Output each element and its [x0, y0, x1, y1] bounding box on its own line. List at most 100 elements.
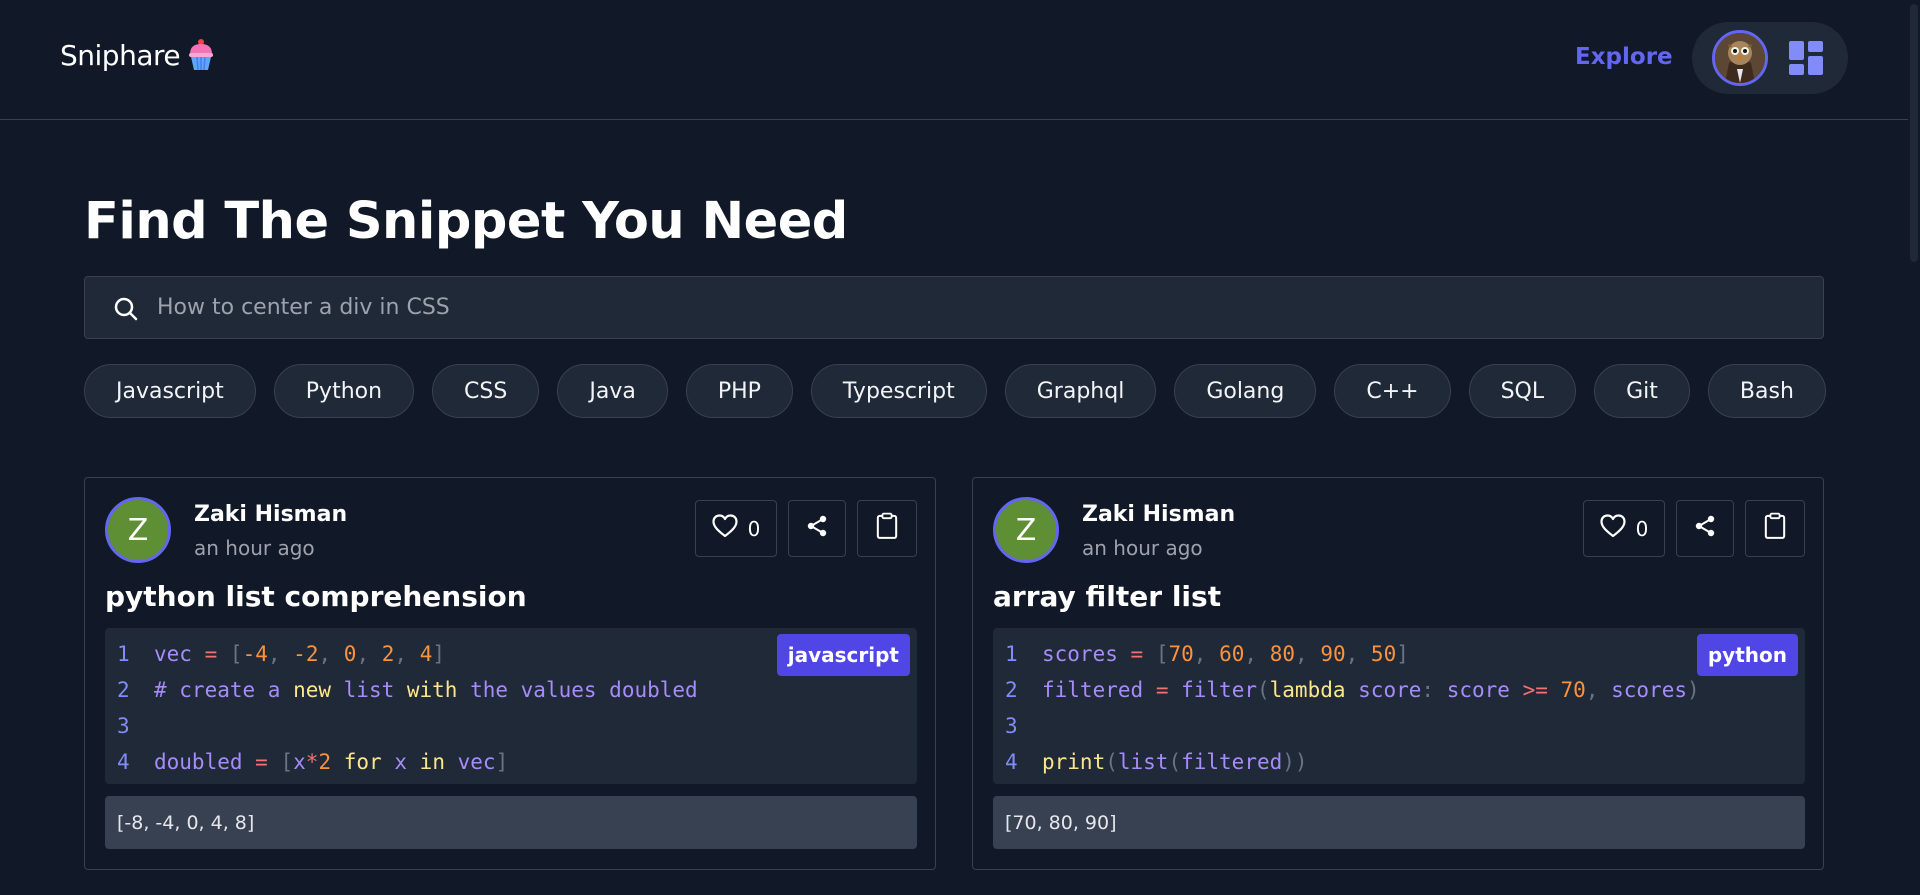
snippet-title[interactable]: array filter list — [993, 580, 1221, 613]
code-token: 90 — [1320, 642, 1346, 666]
author-name[interactable]: Zaki Hisman — [194, 502, 347, 527]
chip-git[interactable]: Git — [1594, 364, 1690, 418]
search-icon — [113, 296, 139, 322]
chip-css[interactable]: CSS — [432, 364, 540, 418]
chip-javascript[interactable]: Javascript — [84, 364, 256, 418]
code-token: vec — [457, 750, 496, 774]
code-token: filtered — [1042, 678, 1144, 702]
clipboard-icon — [876, 512, 898, 545]
code-token: list — [331, 678, 407, 702]
code-token: , — [267, 642, 281, 666]
code-line: 4 print(list(filtered)) — [1005, 744, 1700, 780]
code-token: 50 — [1370, 642, 1397, 666]
code-token: # create a — [154, 678, 294, 702]
code-token: = — [255, 750, 268, 774]
code-token: ] — [1396, 642, 1409, 666]
search-input[interactable] — [157, 277, 1797, 338]
line-number: 1 — [117, 642, 130, 666]
code-token: , — [1244, 642, 1258, 666]
chip-graphql[interactable]: Graphql — [1004, 364, 1157, 418]
logo-text: Sniphare — [60, 38, 181, 72]
language-filter: Javascript Python CSS Java PHP Typescript Grap… — [84, 364, 1826, 418]
chip-java[interactable]: Java — [557, 364, 668, 418]
chip-bash[interactable]: Bash — [1707, 364, 1826, 418]
like-button[interactable]: 0 — [1583, 500, 1665, 557]
code-token: )) — [1282, 750, 1308, 774]
code-token: x — [293, 750, 306, 774]
chip-cplus[interactable]: C++ — [1334, 364, 1451, 418]
chip-golang[interactable]: Golang — [1174, 364, 1317, 418]
user-menu[interactable] — [1692, 22, 1848, 94]
scrollbar[interactable] — [1908, 0, 1920, 895]
like-count: 0 — [1635, 516, 1649, 541]
language-badge[interactable]: javascript — [776, 634, 910, 676]
chip-python[interactable]: Python — [273, 364, 415, 418]
line-number: 4 — [117, 750, 130, 774]
language-badge[interactable]: python — [1696, 634, 1798, 676]
code-token: 0 — [343, 642, 357, 666]
heart-icon — [712, 514, 738, 543]
like-button[interactable]: 0 — [695, 500, 777, 557]
grid-icon[interactable] — [1788, 40, 1824, 76]
code-token: ( — [1105, 750, 1118, 774]
code-token: 60 — [1219, 642, 1245, 666]
scroll-thumb[interactable] — [1910, 4, 1918, 262]
code-token: for — [343, 750, 382, 774]
like-count: 0 — [747, 516, 761, 541]
code-block[interactable]: 1 scores = [70, 60, 80, 90, 50] 2 filtered … — [993, 628, 1805, 784]
code-block[interactable]: 1 vec = [-4, -2, 0, 2, 4] 2 # create a new … — [105, 628, 917, 784]
author-avatar[interactable]: Z — [993, 497, 1059, 563]
explore-link[interactable]: Explore — [1575, 44, 1673, 70]
code-line: 1 vec = [-4, -2, 0, 2, 4] — [117, 636, 698, 672]
code-token: * — [305, 750, 319, 774]
owl-avatar[interactable] — [1712, 30, 1768, 86]
code-token: filtered — [1181, 750, 1283, 774]
copy-button[interactable] — [857, 500, 917, 557]
code-token: -2 — [293, 642, 319, 666]
chip-typescript[interactable]: Typescript — [810, 364, 987, 418]
chip-sql[interactable]: SQL — [1468, 364, 1577, 418]
code-token: 4 — [419, 642, 433, 666]
code-token: [ — [280, 750, 294, 774]
logo[interactable]: Sniphare — [60, 38, 216, 72]
code-token: vec — [154, 642, 192, 666]
code-token: , — [1585, 678, 1599, 702]
copy-button[interactable] — [1745, 500, 1805, 557]
share-icon — [805, 514, 829, 543]
code-token: : — [1421, 678, 1435, 702]
snippet-title[interactable]: python list comprehension — [105, 580, 527, 613]
share-button[interactable] — [788, 500, 846, 557]
code-token: 70 — [1168, 642, 1194, 666]
code-token: = — [1155, 678, 1169, 702]
author-name[interactable]: Zaki Hisman — [1082, 502, 1235, 527]
line-number: 2 — [1005, 678, 1018, 702]
chip-php[interactable]: PHP — [685, 364, 793, 418]
line-number: 1 — [1005, 642, 1018, 666]
share-button[interactable] — [1676, 500, 1734, 557]
code-token: , — [318, 642, 332, 666]
code-line: 4 doubled = [x*2 for x in vec] — [117, 744, 698, 780]
code-token: = — [204, 642, 218, 666]
code-output: [-8, -4, 0, 4, 8] — [105, 796, 917, 849]
author-avatar[interactable]: Z — [105, 497, 171, 563]
snippet-card: Z Zaki Hisman an hour ago 0 python list … — [84, 477, 936, 870]
code-token: [ — [1155, 642, 1169, 666]
code-token: filter — [1181, 678, 1257, 702]
search-bar[interactable] — [84, 276, 1824, 339]
cupcake-icon — [186, 38, 216, 72]
